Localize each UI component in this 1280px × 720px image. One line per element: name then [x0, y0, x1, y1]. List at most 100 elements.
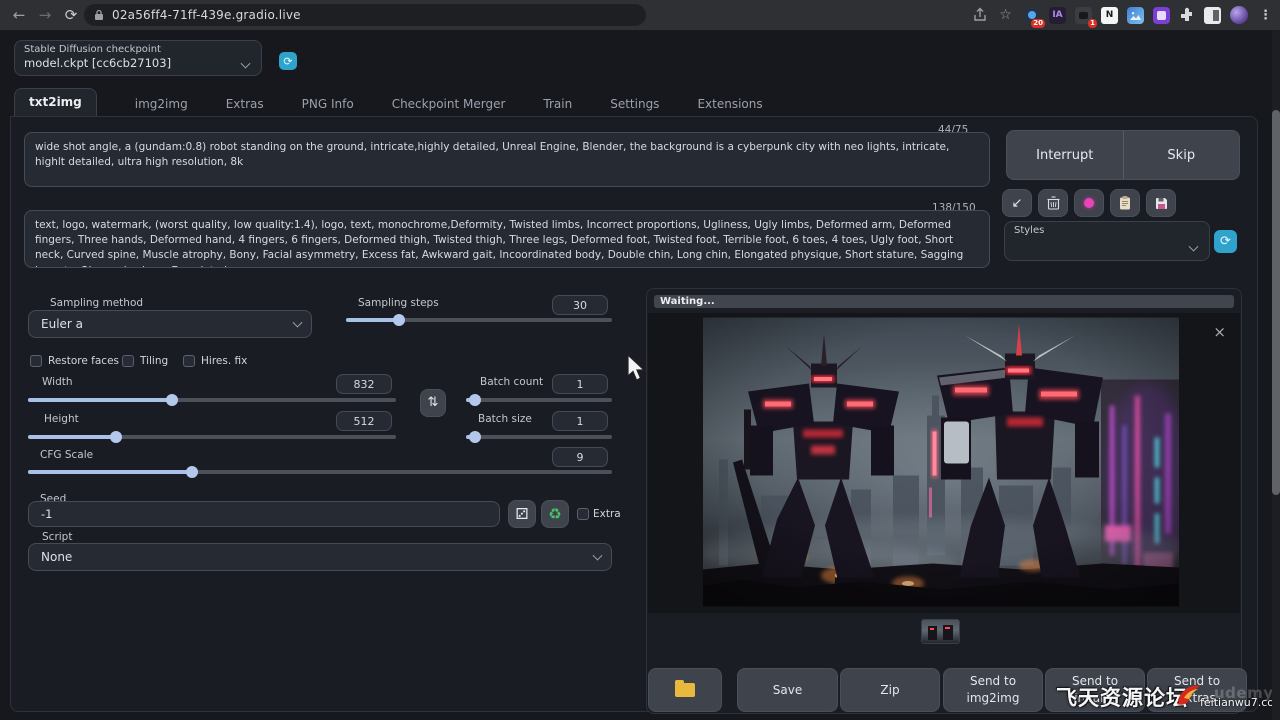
sampling-steps-value[interactable]: 30	[552, 295, 608, 315]
browser-forward-icon[interactable]: →	[34, 4, 56, 26]
seed-extra-label: Extra	[593, 508, 621, 520]
sampling-method-label: Sampling method	[50, 297, 143, 309]
bookmark-star-icon[interactable]: ☆	[997, 7, 1014, 24]
tab-txt2img[interactable]: txt2img	[14, 88, 97, 117]
batch-count-slider[interactable]	[466, 398, 612, 402]
styles-refresh-button[interactable]: ⟳	[1214, 230, 1237, 253]
hires-fix-checkbox[interactable]	[183, 355, 195, 367]
slider-handle[interactable]	[469, 431, 481, 443]
tab-extras[interactable]: Extras	[226, 91, 264, 117]
script-value: None	[41, 550, 72, 564]
browser-reload-icon[interactable]: ⟳	[60, 4, 82, 26]
clear-prompt-button[interactable]	[1038, 189, 1068, 217]
slider-handle[interactable]	[166, 394, 178, 406]
arrow-down-left-icon: ↙	[1012, 196, 1023, 211]
height-slider[interactable]	[28, 435, 396, 439]
dice-icon: ⚂	[515, 504, 528, 525]
tab-settings[interactable]: Settings	[610, 91, 659, 117]
sampling-method-dropdown[interactable]: Euler a	[28, 310, 312, 338]
ext-purple-icon[interactable]	[1153, 7, 1170, 24]
browser-back-icon[interactable]: ←	[8, 4, 30, 26]
send-to-img2img-button[interactable]: Send to img2img	[943, 668, 1043, 712]
ext-notion-icon[interactable]: N	[1101, 7, 1118, 24]
width-slider[interactable]	[28, 398, 396, 402]
swap-dimensions-button[interactable]: ⇅	[420, 389, 446, 417]
checkpoint-group: Stable Diffusion checkpoint model.ckpt […	[14, 40, 262, 76]
pink-dot-icon	[1084, 198, 1094, 208]
extensions-puzzle-icon[interactable]	[1179, 7, 1195, 23]
tab-checkpoint-merger[interactable]: Checkpoint Merger	[392, 91, 506, 117]
tiling-label: Tiling	[140, 355, 168, 367]
save-button[interactable]: Save	[737, 668, 838, 712]
batch-size-slider[interactable]	[466, 435, 612, 439]
close-preview-icon[interactable]: ×	[1213, 323, 1226, 341]
floppy-icon	[1155, 197, 1168, 210]
ext-chat-icon[interactable]: 1	[1075, 7, 1092, 24]
sampling-steps-slider[interactable]	[346, 318, 612, 322]
open-folder-button[interactable]	[648, 668, 722, 712]
hires-fix-label: Hires. fix	[201, 355, 247, 367]
restore-faces-label: Restore faces	[48, 355, 119, 367]
batch-count-value[interactable]: 1	[552, 374, 608, 394]
cfg-scale-slider[interactable]	[28, 470, 612, 474]
ext-image-icon[interactable]	[1127, 7, 1144, 24]
tab-extensions[interactable]: Extensions	[697, 91, 762, 117]
browser-extensions-area: ☆ 20 IA 1 N ⋮	[972, 3, 1274, 27]
mouse-cursor	[626, 354, 648, 384]
generated-image-preview[interactable]	[703, 317, 1179, 607]
ext-sidebar-icon[interactable]	[1204, 7, 1221, 24]
browser-menu-icon[interactable]: ⋮	[1257, 7, 1274, 24]
gallery-thumbnail[interactable]	[922, 620, 959, 643]
address-bar[interactable]: 02a56ff4-71ff-439e.gradio.live	[84, 4, 646, 26]
ext-ia-icon[interactable]: IA	[1049, 7, 1066, 24]
width-value[interactable]: 832	[336, 374, 392, 394]
forum-logo-icon	[1174, 680, 1202, 708]
cfg-scale-value[interactable]: 9	[552, 447, 608, 467]
cfg-scale-label: CFG Scale	[40, 449, 93, 461]
progress-text: Waiting...	[660, 296, 715, 307]
site-watermark: feitianwu7.com	[1200, 696, 1280, 709]
script-dropdown[interactable]: None	[28, 543, 612, 571]
folder-icon	[675, 683, 695, 697]
styles-dropdown[interactable]	[1014, 239, 1194, 257]
interrupt-button[interactable]: Interrupt	[1007, 131, 1124, 179]
height-value[interactable]: 512	[336, 411, 392, 431]
share-icon[interactable]	[972, 7, 988, 23]
seed-input[interactable]: -1	[28, 501, 500, 527]
zip-button[interactable]: Zip	[840, 668, 940, 712]
batch-size-label: Batch size	[478, 413, 532, 425]
tab-png-info[interactable]: PNG Info	[302, 91, 354, 117]
restore-faces-checkbox[interactable]	[30, 355, 42, 367]
slider-handle[interactable]	[469, 394, 481, 406]
apply-style-button[interactable]	[1110, 189, 1140, 217]
generate-button-group: Interrupt Skip	[1006, 130, 1240, 180]
prompt-input[interactable]: wide shot angle, a (gundam:0.8) robot st…	[24, 132, 990, 187]
slider-handle[interactable]	[186, 466, 198, 478]
styles-label: Styles	[1014, 225, 1044, 236]
extra-networks-button[interactable]	[1074, 189, 1104, 217]
ext-pin-badge: 20	[1031, 19, 1045, 28]
profile-avatar[interactable]	[1230, 6, 1248, 24]
chevron-down-icon	[293, 318, 303, 328]
ext-pin-icon[interactable]: 20	[1023, 7, 1040, 24]
sampling-method-value: Euler a	[41, 317, 83, 331]
scrollbar-thumb[interactable]	[1272, 110, 1280, 495]
tab-train[interactable]: Train	[543, 91, 572, 117]
checkpoint-refresh-button[interactable]: ⟳	[279, 52, 297, 70]
styles-group: Styles	[1004, 221, 1210, 261]
checkpoint-dropdown[interactable]: model.ckpt [cc6cb27103]	[24, 56, 254, 70]
url-text: 02a56ff4-71ff-439e.gradio.live	[112, 8, 301, 22]
save-style-button[interactable]	[1146, 189, 1176, 217]
tab-img2img[interactable]: img2img	[135, 91, 188, 117]
paste-params-button[interactable]: ↙	[1002, 189, 1032, 217]
negative-prompt-input[interactable]: text, logo, watermark, (worst quality, l…	[24, 210, 990, 268]
tiling-checkbox[interactable]	[122, 355, 134, 367]
reuse-seed-button[interactable]: ♻	[541, 500, 569, 528]
batch-size-value[interactable]: 1	[552, 411, 608, 431]
skip-button[interactable]: Skip	[1124, 131, 1240, 179]
checkpoint-label: Stable Diffusion checkpoint	[24, 44, 161, 55]
top-tabs: txt2img img2img Extras PNG Info Checkpoi…	[14, 89, 763, 117]
random-seed-button[interactable]: ⚂	[508, 500, 536, 528]
recycle-icon: ♻	[548, 504, 561, 525]
seed-extra-checkbox[interactable]	[577, 508, 589, 520]
